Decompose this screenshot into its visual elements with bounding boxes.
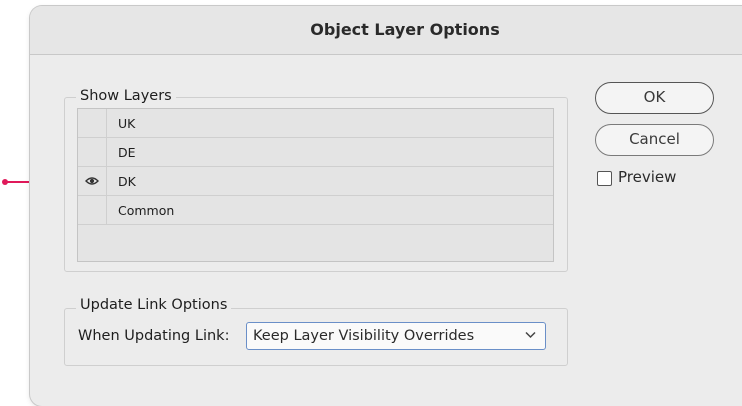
cancel-button[interactable]: Cancel bbox=[595, 124, 714, 156]
layer-row[interactable]: UK bbox=[78, 109, 553, 138]
visibility-toggle[interactable] bbox=[78, 196, 107, 224]
show-layers-label: Show Layers bbox=[76, 88, 176, 104]
preview-checkbox[interactable] bbox=[597, 171, 612, 186]
title-bar: Object Layer Options bbox=[30, 6, 742, 55]
layer-row[interactable]: DE bbox=[78, 138, 553, 167]
layer-name: DE bbox=[118, 145, 136, 160]
layer-row[interactable]: DK bbox=[78, 167, 553, 196]
visibility-toggle[interactable] bbox=[78, 109, 107, 137]
when-updating-link-select[interactable]: Keep Layer Visibility Overrides bbox=[246, 322, 546, 350]
chevron-down-icon bbox=[525, 331, 536, 339]
layer-row[interactable]: Common bbox=[78, 196, 553, 225]
object-layer-options-dialog: Object Layer Options Show Layers UK DE D… bbox=[30, 6, 742, 406]
layer-name: DK bbox=[118, 174, 136, 189]
ok-button[interactable]: OK bbox=[595, 82, 714, 114]
select-value: Keep Layer Visibility Overrides bbox=[253, 328, 475, 344]
preview-label[interactable]: Preview bbox=[618, 168, 676, 186]
visibility-toggle[interactable] bbox=[78, 167, 107, 195]
layer-list: UK DE DK Common bbox=[77, 108, 554, 262]
layer-name: UK bbox=[118, 116, 136, 131]
when-updating-link-label: When Updating Link: bbox=[78, 328, 230, 344]
empty-list-space bbox=[78, 225, 553, 259]
layer-name: Common bbox=[118, 203, 175, 218]
dialog-title: Object Layer Options bbox=[310, 20, 500, 39]
visibility-toggle[interactable] bbox=[78, 138, 107, 166]
eye-icon bbox=[85, 177, 99, 185]
update-link-options-label: Update Link Options bbox=[76, 297, 232, 313]
